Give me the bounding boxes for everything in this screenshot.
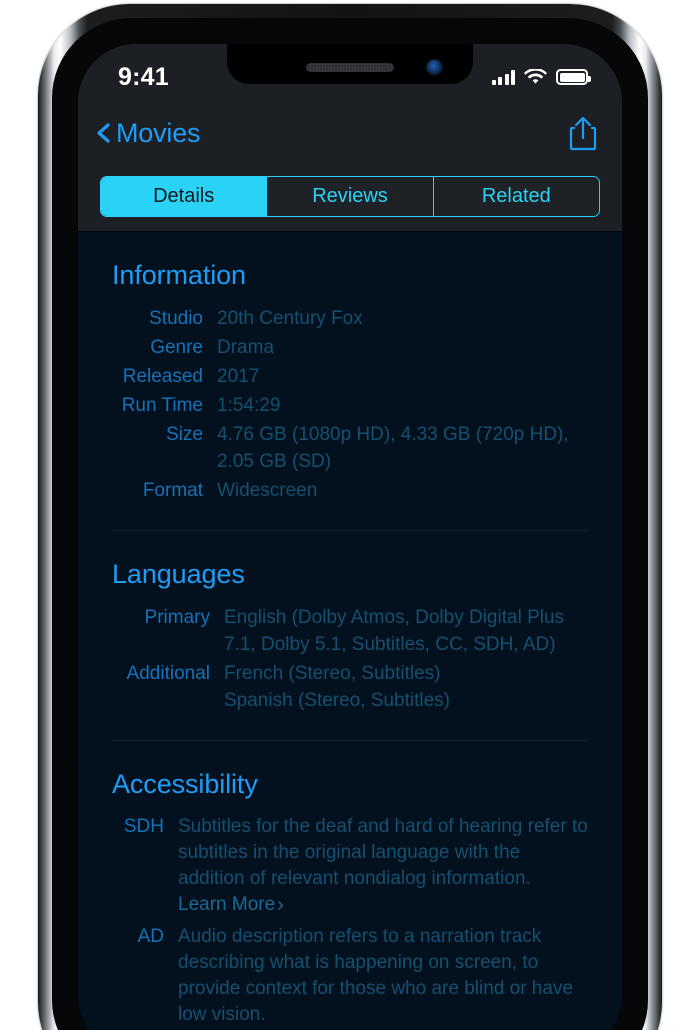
learn-more-label: Learn More bbox=[178, 894, 276, 915]
chevron-right-icon: › bbox=[277, 894, 284, 916]
information-section: Information Studio 20th Century Fox Genr… bbox=[112, 232, 588, 504]
tab-reviews[interactable]: Reviews bbox=[266, 177, 433, 216]
info-value: 2017 bbox=[217, 366, 260, 387]
segmented-control-container: Details Reviews Related bbox=[78, 164, 622, 231]
language-label: Additional bbox=[126, 663, 210, 684]
learn-more-link-sdh[interactable]: Learn More › bbox=[178, 892, 284, 918]
info-value: 4.76 GB (1080p HD), 4.33 GB (720p HD), 2… bbox=[217, 424, 569, 472]
languages-section: Languages Primary English (Dolby Atmos, … bbox=[112, 530, 588, 714]
language-label: Primary bbox=[144, 607, 210, 628]
battery-icon bbox=[556, 69, 591, 85]
info-row-format: Format Widescreen bbox=[112, 477, 588, 504]
info-label: Size bbox=[166, 424, 203, 445]
languages-title: Languages bbox=[112, 559, 245, 589]
info-label: Genre bbox=[150, 337, 203, 358]
info-label: Studio bbox=[149, 308, 203, 329]
accessibility-section: Accessibility SDH Subtitles for the deaf… bbox=[112, 740, 588, 1030]
front-camera-icon bbox=[426, 59, 443, 76]
back-button[interactable]: Movies bbox=[94, 117, 201, 149]
status-bar-clock: 9:41 bbox=[118, 62, 169, 91]
info-value: Widescreen bbox=[217, 480, 318, 501]
language-row-primary: Primary English (Dolby Atmos, Dolby Digi… bbox=[112, 604, 588, 658]
info-label: Run Time bbox=[121, 395, 203, 416]
segmented-control: Details Reviews Related bbox=[100, 176, 600, 217]
language-value: French (Stereo, Subtitles) Spanish (Ster… bbox=[224, 663, 451, 711]
accessibility-description: Subtitles for the deaf and hard of heari… bbox=[178, 816, 588, 889]
info-value: 1:54:29 bbox=[217, 395, 281, 416]
navigation-bar: Movies bbox=[78, 102, 622, 164]
accessibility-label: SDH bbox=[123, 816, 164, 837]
chevron-left-icon bbox=[97, 123, 110, 143]
device-screen: 9:41 Movies Details Reviews Related Info… bbox=[78, 44, 622, 1030]
wifi-icon bbox=[524, 68, 547, 84]
info-row-run-time: Run Time 1:54:29 bbox=[112, 392, 588, 419]
accessibility-title: Accessibility bbox=[112, 769, 258, 799]
status-bar-indicators bbox=[491, 68, 591, 86]
tab-details[interactable]: Details bbox=[101, 177, 267, 216]
accessibility-label: AD bbox=[137, 926, 164, 947]
screenshot-stage: 9:41 Movies Details Reviews Related Info… bbox=[0, 0, 700, 1030]
language-value: English (Dolby Atmos, Dolby Digital Plus… bbox=[224, 607, 565, 655]
accessibility-row-ad: AD Audio description refers to a narrati… bbox=[112, 924, 588, 1030]
back-button-label: Movies bbox=[116, 117, 201, 148]
details-content[interactable]: Information Studio 20th Century Fox Genr… bbox=[78, 232, 622, 1030]
tab-related[interactable]: Related bbox=[432, 177, 599, 216]
accessibility-description: Audio description refers to a narration … bbox=[178, 926, 574, 1025]
info-label: Released bbox=[122, 366, 203, 387]
info-row-size: Size 4.76 GB (1080p HD), 4.33 GB (720p H… bbox=[112, 421, 588, 475]
share-icon[interactable] bbox=[568, 115, 598, 151]
notch bbox=[227, 44, 473, 84]
info-row-released: Released 2017 bbox=[112, 363, 588, 390]
info-label: Format bbox=[142, 480, 203, 501]
information-title: Information bbox=[112, 260, 246, 290]
info-row-genre: Genre Drama bbox=[112, 334, 588, 361]
info-row-studio: Studio 20th Century Fox bbox=[112, 305, 588, 332]
device-bezel: 9:41 Movies Details Reviews Related Info… bbox=[52, 18, 648, 1030]
accessibility-value-block: Subtitles for the deaf and hard of heari… bbox=[178, 814, 588, 918]
info-value: Drama bbox=[217, 337, 275, 358]
accessibility-row-sdh: SDH Subtitles for the deaf and hard of h… bbox=[112, 814, 588, 918]
iphone-device: 9:41 Movies Details Reviews Related Info… bbox=[38, 4, 662, 1030]
info-value: 20th Century Fox bbox=[217, 308, 363, 329]
language-row-additional: Additional French (Stereo, Subtitles) Sp… bbox=[112, 660, 588, 714]
earpiece-speaker-icon bbox=[306, 63, 394, 72]
signal-bars-icon bbox=[491, 69, 515, 85]
accessibility-value-block: Audio description refers to a narration … bbox=[178, 924, 588, 1030]
